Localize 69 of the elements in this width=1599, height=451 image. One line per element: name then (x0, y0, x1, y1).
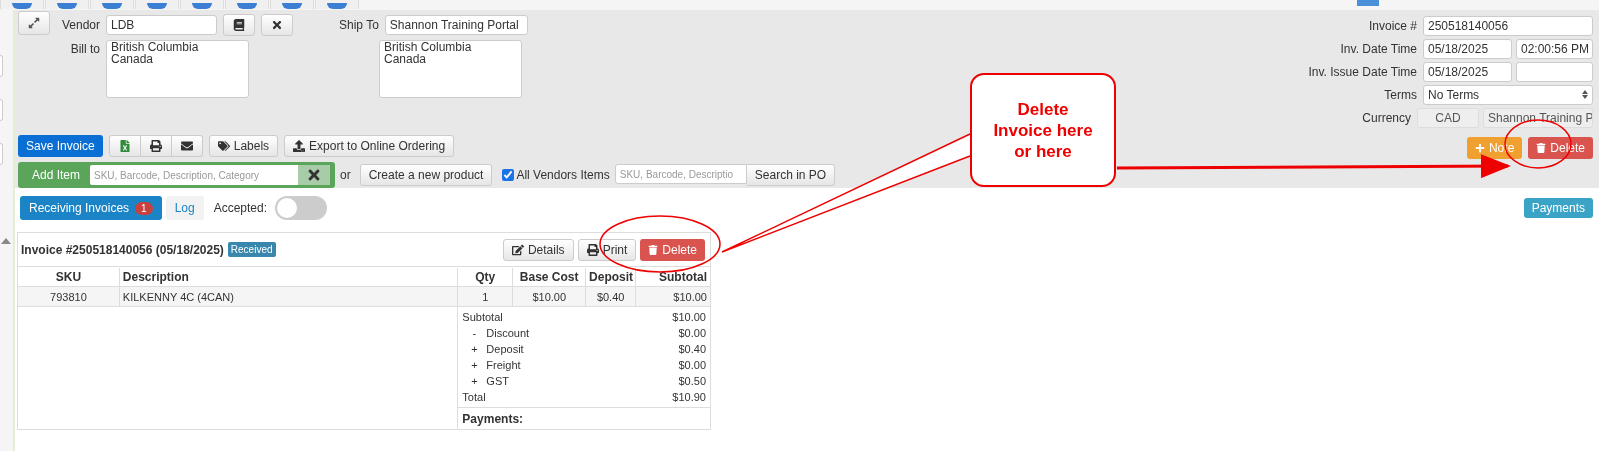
sign-text: + (470, 341, 479, 357)
tab[interactable]: Receiving Invoices 1 (20, 196, 162, 220)
field-label: Inv. Date Time (1340, 40, 1417, 58)
sign-text: - (471, 325, 478, 341)
export-button[interactable]: Export to Online Ordering (284, 135, 455, 157)
total-label: GST (486, 373, 509, 389)
total-label: Deposit (486, 341, 524, 357)
total-amount: $0.00 (678, 325, 706, 341)
details-button[interactable]: Details (502, 238, 574, 261)
column-header: Description (118, 267, 458, 286)
invoice-number-field[interactable]: 250518140056 (1423, 15, 1593, 36)
ship-to-address-field[interactable]: British Columbia Canada (379, 40, 522, 98)
column-header: Subtotal (635, 267, 710, 286)
terms-select[interactable]: No Terms (1423, 84, 1593, 105)
ship-to-label: Ship To (339, 17, 379, 34)
column-header: Base Cost (512, 267, 586, 286)
location-field: Shannon Training P (1483, 107, 1593, 128)
total-amount: $0.40 (678, 341, 706, 357)
item-search-field[interactable]: SKU, Barcode, Description, Category (90, 165, 298, 185)
field-label: Invoice # (1368, 17, 1417, 35)
status-badge: Received (227, 242, 276, 257)
date-field[interactable]: 05/18/2025 (1423, 38, 1512, 59)
save-invoice-button[interactable]: Save Invoice (18, 135, 103, 157)
vendor-label: Vendor (60, 17, 100, 34)
sign-text: + (470, 357, 479, 373)
ship-to-field[interactable]: Shannon Training Portal (384, 15, 528, 35)
column-header: Qty (457, 267, 513, 286)
currency-field: CAD (1417, 107, 1479, 128)
total-amount: $10.90 (672, 389, 706, 405)
payments-label: Payments: (462, 410, 524, 428)
table-cell: $10.00 (512, 286, 586, 307)
bill-to-label: Bill to (69, 41, 100, 58)
print-invoice-button[interactable]: Print (577, 238, 637, 261)
labels-button[interactable]: Labels (208, 135, 279, 157)
total-label: Subtotal (462, 309, 503, 325)
total-label: Discount (486, 325, 530, 341)
field-label: Inv. Issue Date Time (1308, 63, 1417, 81)
time-field[interactable]: 02:00:56 PM (1516, 38, 1593, 59)
accepted-label: Accepted: (213, 200, 268, 217)
table-cell: KILKENNY 4C (4CAN) (118, 286, 458, 307)
add-item-label: Add Item (31, 167, 81, 184)
field-label: Currency (1362, 109, 1411, 127)
total-amount: $0.00 (678, 357, 706, 373)
column-header: SKU (54, 268, 83, 286)
count-badge: 1 (135, 201, 153, 215)
vendor-field[interactable]: LDB (106, 15, 217, 35)
callout-text: Delete Invoice here or here (993, 98, 1093, 162)
po-search-field[interactable]: SKU, Barcode, Descriptio (614, 164, 747, 184)
total-label: Total (462, 389, 486, 405)
delete-button[interactable]: Delete (1528, 137, 1593, 159)
delete-invoice-button[interactable]: Delete (640, 238, 705, 261)
all-vendors-label: All Vendors Items (516, 167, 610, 184)
table-cell-text: 793810 (49, 289, 88, 305)
column-header: Deposit (585, 267, 636, 286)
create-product-button[interactable]: Create a new product (359, 164, 493, 186)
table-cell: 1 (457, 286, 513, 307)
search-in-po-button[interactable]: Search in PO (746, 164, 836, 186)
tab[interactable]: Log (165, 196, 204, 220)
total-amount: $0.50 (678, 373, 706, 389)
invoice-title: Invoice #250518140056 (05/18/2025) (21, 241, 224, 259)
total-amount: $10.00 (672, 309, 706, 325)
bill-to-field[interactable]: British Columbia Canada (106, 40, 249, 98)
or-text: or (340, 167, 351, 184)
table-cell: $0.40 (585, 286, 636, 307)
table-cell: $10.00 (635, 286, 710, 307)
total-label: Freight (486, 357, 521, 373)
sign-text: + (470, 373, 479, 389)
field-label: Terms (1384, 86, 1417, 104)
date-field[interactable]: 05/18/2025 (1423, 61, 1512, 82)
